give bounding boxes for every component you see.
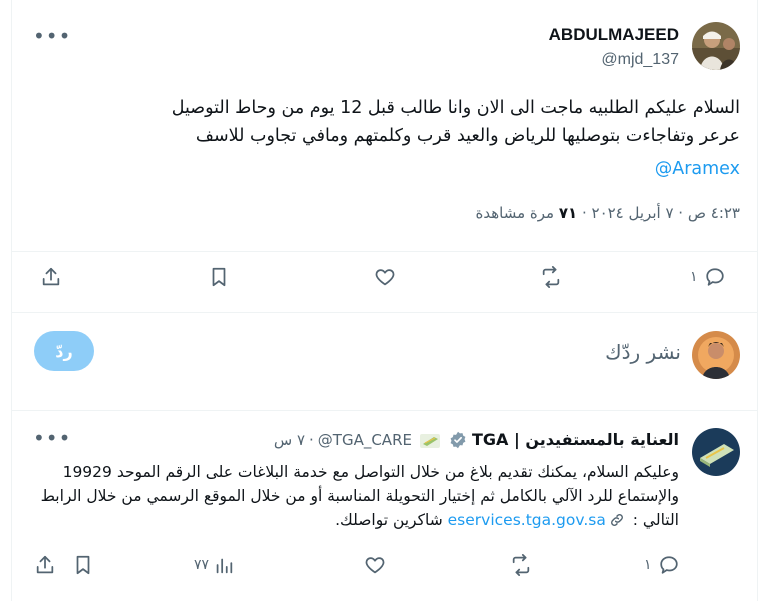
- reply-text-closing: شاكرين تواصلك.: [335, 511, 443, 529]
- timeline-border-left: [11, 0, 12, 601]
- retweet-button[interactable]: [510, 554, 532, 576]
- reply-header: العناية بالمستفيدين | TGA @TGA_CARE · ٧ …: [274, 430, 679, 449]
- divider: [11, 410, 757, 411]
- share-icon: [36, 555, 54, 574]
- tweet-time[interactable]: ٤:٢٣ ص: [688, 204, 740, 222]
- reply-submit-button[interactable]: ردّ: [34, 331, 94, 371]
- affiliate-flag-icon: [419, 433, 440, 448]
- author-name[interactable]: ABDULMAJEED: [549, 25, 679, 45]
- retweet-icon: [512, 554, 530, 576]
- avatar-photo: [692, 22, 740, 70]
- reply-author-handle[interactable]: @TGA_CARE: [318, 431, 412, 449]
- reply-count: ١: [644, 557, 652, 573]
- divider: [11, 312, 757, 313]
- tweet-meta: ٤:٢٣ ص · ٧ أبريل ٢٠٢٤ · ٧١ مرة مشاهدة: [476, 204, 741, 222]
- reply-input[interactable]: نشر ردّك: [605, 340, 681, 364]
- mention-link[interactable]: @Aramex: [655, 155, 740, 183]
- retweet-button[interactable]: [540, 266, 562, 288]
- divider: [11, 251, 757, 252]
- reply-icon: [705, 268, 724, 286]
- avatar[interactable]: [692, 428, 740, 476]
- bookmark-icon: [76, 555, 90, 575]
- verified-badge-icon: [449, 431, 467, 449]
- timeline-border-right: [757, 0, 758, 601]
- current-user-avatar[interactable]: [692, 331, 740, 379]
- views-icon: [216, 558, 233, 574]
- tweet-text: السلام عليكم الطلبيه ماجت الى الان وانا …: [171, 98, 740, 146]
- reply-time[interactable]: ٧ س: [274, 431, 305, 449]
- tga-logo-avatar: [692, 428, 740, 476]
- share-button[interactable]: [40, 266, 62, 288]
- reply-button[interactable]: ١: [644, 554, 680, 576]
- author-handle[interactable]: @mjd_137: [601, 51, 679, 69]
- external-link[interactable]: eservices.tga.gov.sa: [448, 511, 606, 529]
- bookmark-icon: [212, 267, 226, 287]
- reply-text-colon: :: [627, 511, 643, 529]
- more-options-button[interactable]: •••: [33, 428, 71, 448]
- share-button[interactable]: [34, 554, 56, 576]
- like-button[interactable]: [364, 554, 386, 576]
- avatar-photo: [692, 331, 740, 379]
- views-count: ٧٧: [194, 557, 210, 573]
- views-button[interactable]: ٧٧: [194, 554, 235, 576]
- retweet-icon: [542, 266, 560, 288]
- reply-text: وعليكم السلام، يمكنك تقديم بلاغ من خلال …: [19, 460, 679, 535]
- reply-button[interactable]: ١: [690, 266, 726, 288]
- avatar[interactable]: [692, 22, 740, 70]
- reply-icon: [659, 556, 678, 574]
- views-count: ٧١: [558, 204, 578, 222]
- link-icon: [609, 511, 625, 535]
- views-label: مرة مشاهدة: [475, 204, 555, 222]
- share-icon: [42, 267, 60, 286]
- meta-separator: ·: [581, 204, 587, 222]
- meta-separator: ·: [678, 204, 684, 222]
- bookmark-button[interactable]: [72, 554, 94, 576]
- like-button[interactable]: [374, 266, 396, 288]
- tweet-date[interactable]: ٧ أبريل ٢٠٢٤: [592, 204, 674, 222]
- bookmark-button[interactable]: [208, 266, 230, 288]
- meta-separator: ·: [309, 430, 314, 449]
- reply-count: ١: [690, 269, 698, 285]
- heart-icon: [375, 269, 395, 286]
- more-options-button[interactable]: •••: [33, 26, 71, 46]
- heart-icon: [365, 557, 385, 574]
- reply-author-name[interactable]: العناية بالمستفيدين | TGA: [472, 430, 679, 449]
